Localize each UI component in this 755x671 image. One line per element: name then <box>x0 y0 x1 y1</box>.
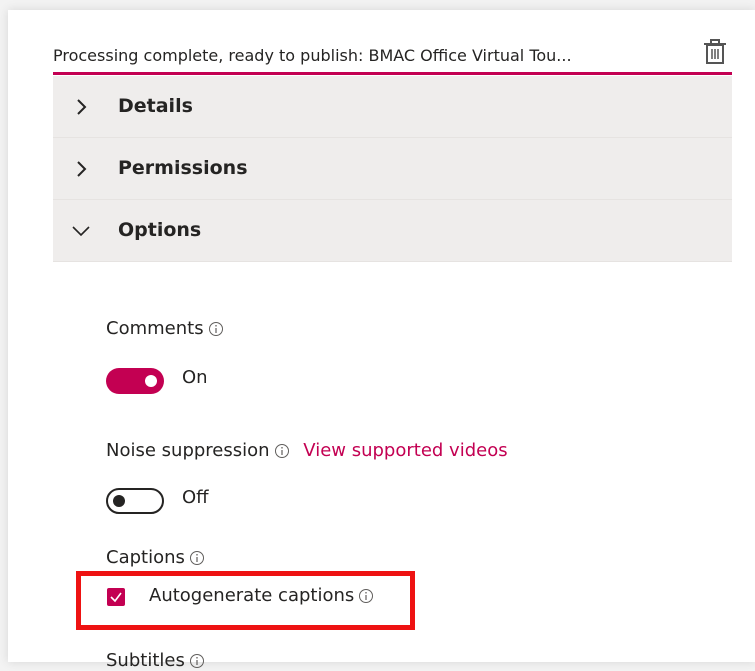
settings-accordion: Details Permissions Options <box>53 76 732 262</box>
subtitles-field: Subtitles <box>106 650 205 671</box>
accordion-details-label: Details <box>118 95 193 117</box>
toggle-knob <box>145 375 157 387</box>
info-icon[interactable] <box>189 550 205 566</box>
comments-field: Comments <box>106 318 224 339</box>
accordion-options-label: Options <box>118 219 202 241</box>
comments-label: Comments <box>106 318 204 339</box>
info-icon[interactable] <box>274 443 290 459</box>
progress-bar <box>53 72 732 75</box>
highlight-annotation-box <box>76 571 415 630</box>
accordion-options[interactable]: Options <box>53 200 732 262</box>
toggle-knob <box>113 495 125 507</box>
comments-toggle[interactable] <box>106 368 164 394</box>
subtitles-label: Subtitles <box>106 650 185 671</box>
captions-label: Captions <box>106 547 185 568</box>
noise-suppression-label: Noise suppression <box>106 440 270 461</box>
chevron-down-icon <box>72 226 90 237</box>
info-icon[interactable] <box>189 653 205 669</box>
captions-field: Captions <box>106 547 205 568</box>
accordion-permissions[interactable]: Permissions <box>53 138 732 200</box>
noise-suppression-toggle[interactable] <box>106 488 164 514</box>
view-supported-videos-link[interactable]: View supported videos <box>303 440 507 461</box>
upload-status-text: Processing complete, ready to publish: B… <box>53 46 572 65</box>
noise-suppression-toggle-state: Off <box>182 487 209 508</box>
accordion-permissions-label: Permissions <box>118 157 248 179</box>
chevron-right-icon <box>77 161 87 177</box>
accordion-details[interactable]: Details <box>53 76 732 138</box>
trash-icon[interactable] <box>704 39 726 65</box>
info-icon[interactable] <box>208 321 224 337</box>
comments-toggle-state: On <box>182 367 208 388</box>
chevron-right-icon <box>77 99 87 115</box>
upload-status-header: Processing complete, ready to publish: B… <box>53 24 732 78</box>
noise-suppression-field: Noise suppression View supported videos <box>106 440 508 461</box>
